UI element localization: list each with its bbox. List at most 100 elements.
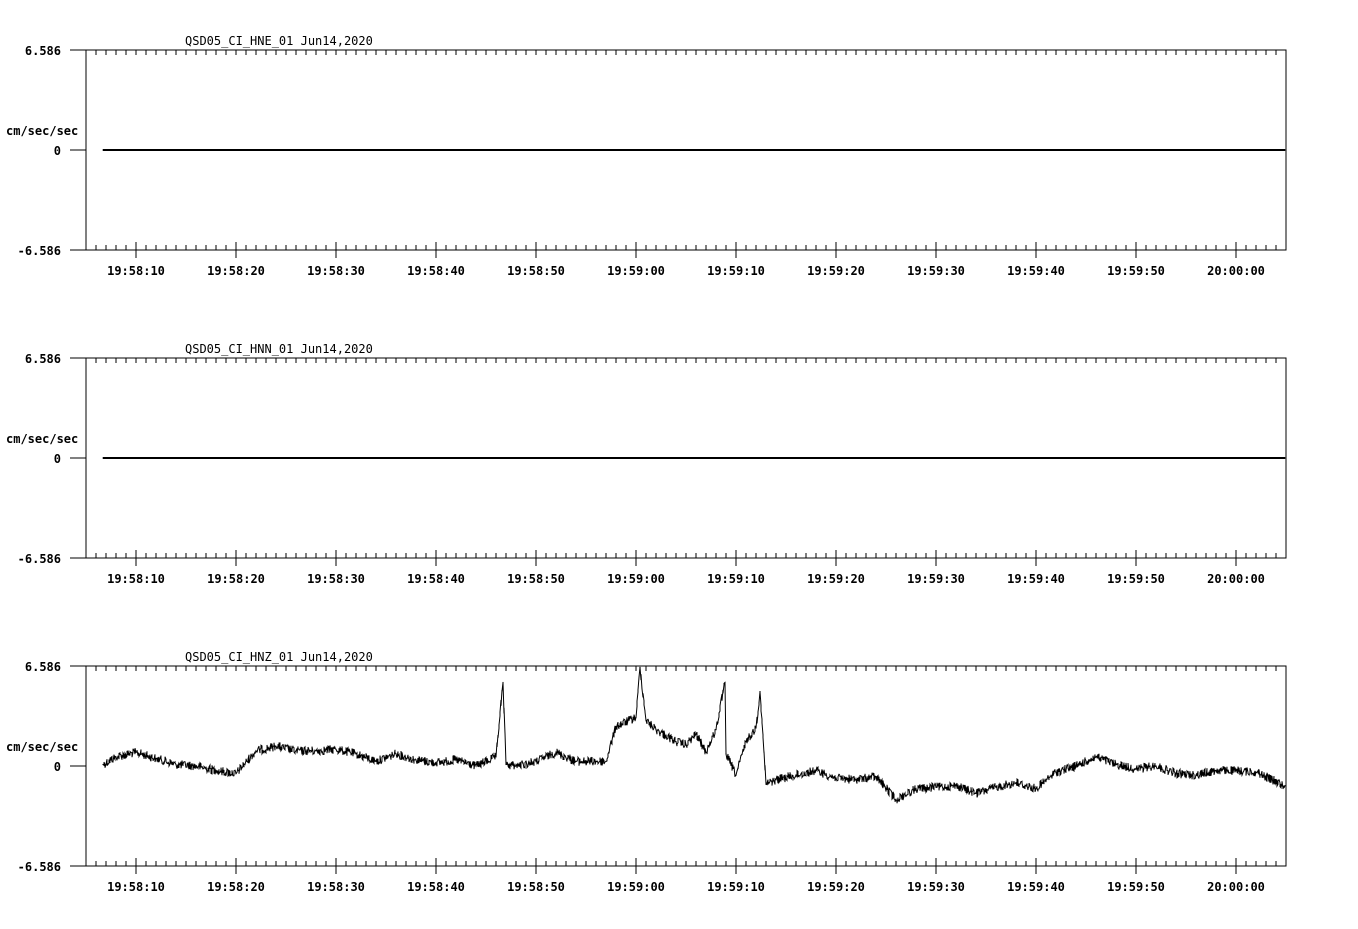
data-point — [135, 751, 137, 753]
data-point — [835, 777, 837, 779]
data-point — [355, 753, 357, 755]
data-point — [775, 779, 777, 781]
data-point — [635, 716, 637, 719]
x-tick-label: 19:58:20 — [207, 264, 265, 278]
data-point — [675, 741, 677, 743]
data-point — [495, 756, 497, 758]
data-point — [1195, 774, 1197, 776]
y-tick-label-min: -6.586 — [18, 552, 61, 566]
x-tick-label: 19:59:50 — [1107, 572, 1165, 586]
x-tick-label: 19:59:30 — [907, 264, 965, 278]
data-point — [1135, 149, 1137, 151]
data-point — [705, 751, 707, 753]
data-point — [1255, 771, 1257, 773]
x-tick-label: 19:58:10 — [107, 572, 165, 586]
x-tick-label: 19:58:20 — [207, 880, 265, 894]
data-point — [855, 779, 857, 781]
data-point — [475, 765, 477, 767]
data-point — [1235, 770, 1237, 772]
panel-hnz: QSD05_CI_HNZ_01 Jun14,2020 cm/sec/sec 6.… — [6, 650, 1287, 894]
data-point — [1175, 773, 1177, 775]
y-axis-label: cm/sec/sec — [6, 432, 78, 446]
data-point — [645, 719, 647, 722]
data-point — [745, 741, 747, 743]
data-point — [639, 666, 641, 668]
data-point — [315, 750, 317, 752]
data-point — [895, 798, 897, 801]
panel-hnn: QSD05_CI_HNN_01 Jun14,2020 cm/sec/sec 6.… — [6, 342, 1287, 586]
data-point — [275, 745, 277, 747]
data-point — [605, 760, 607, 763]
data-point — [995, 786, 997, 788]
data-point — [415, 759, 417, 761]
x-tick-label: 20:00:00 — [1207, 264, 1265, 278]
data-point — [102, 149, 104, 151]
data-point — [1115, 763, 1117, 766]
data-point — [555, 751, 557, 753]
data-point — [1135, 768, 1137, 770]
data-point — [615, 725, 617, 728]
data-point — [1215, 770, 1217, 772]
x-tick-label: 19:59:10 — [707, 572, 765, 586]
y-tick-label-zero: 0 — [54, 144, 61, 158]
trace-line — [102, 667, 1286, 804]
data-point — [235, 773, 237, 775]
x-tick-label: 19:59:20 — [807, 880, 865, 894]
data-point — [955, 785, 957, 787]
data-point — [759, 691, 761, 693]
data-point — [155, 757, 157, 760]
x-tick-label: 19:58:40 — [407, 264, 465, 278]
x-tick-label: 19:59:00 — [607, 264, 665, 278]
y-tick-label-max: 6.586 — [25, 44, 61, 58]
data-point — [665, 735, 667, 737]
data-point — [535, 457, 537, 459]
data-point — [1284, 149, 1286, 151]
x-tick-label: 19:58:40 — [407, 880, 465, 894]
x-tick-label: 19:59:30 — [907, 880, 965, 894]
data-point — [335, 457, 337, 459]
data-point — [535, 149, 537, 151]
data-point — [575, 760, 577, 763]
x-tick-label: 19:59:20 — [807, 572, 865, 586]
data-point — [375, 760, 377, 763]
data-point — [935, 457, 937, 459]
x-tick-label: 19:58:20 — [207, 572, 265, 586]
x-tick-label: 20:00:00 — [1207, 880, 1265, 894]
y-tick-label-max: 6.586 — [25, 352, 61, 366]
data-point — [215, 770, 217, 772]
data-point — [755, 727, 757, 729]
data-point — [295, 750, 297, 752]
data-point — [535, 760, 537, 763]
data-point — [935, 149, 937, 151]
x-tick-label: 19:59:10 — [707, 880, 765, 894]
data-point — [1055, 771, 1057, 773]
panel-title: QSD05_CI_HNE_01 Jun14,2020 — [185, 34, 373, 48]
data-point — [255, 750, 257, 752]
data-point — [1015, 782, 1017, 784]
data-point — [724, 681, 726, 684]
data-point — [795, 774, 797, 776]
y-tick-label-zero: 0 — [54, 760, 61, 774]
x-tick-label: 19:58:30 — [307, 572, 365, 586]
y-tick-label-zero: 0 — [54, 452, 61, 466]
data-point — [1155, 765, 1157, 767]
data-point — [595, 760, 597, 763]
y-tick-label-min: -6.586 — [18, 860, 61, 874]
data-point — [175, 763, 177, 766]
data-point — [195, 765, 197, 767]
data-point — [1075, 765, 1077, 767]
x-tick-label: 19:59:20 — [807, 264, 865, 278]
data-point — [102, 763, 104, 766]
x-tick-label: 19:58:50 — [507, 572, 565, 586]
data-point — [515, 765, 517, 767]
x-tick-label: 19:59:10 — [707, 264, 765, 278]
x-tick-label: 19:58:10 — [107, 880, 165, 894]
data-point — [725, 753, 727, 755]
x-tick-label: 19:58:50 — [507, 264, 565, 278]
data-point — [765, 783, 767, 785]
x-tick-label: 19:59:40 — [1007, 264, 1065, 278]
data-point — [455, 759, 457, 761]
y-axis-label: cm/sec/sec — [6, 740, 78, 754]
seismogram-svg: QSD05_CI_HNE_01 Jun14,2020 cm/sec/sec 6.… — [6, 34, 1287, 894]
data-point — [395, 753, 397, 755]
